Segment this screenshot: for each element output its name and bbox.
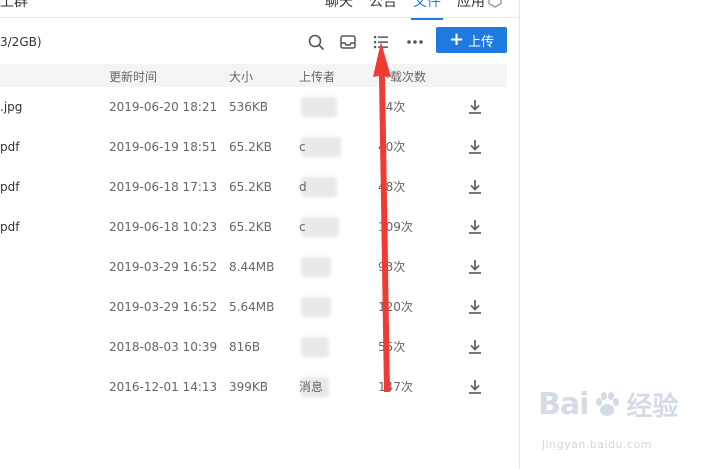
file-size: 65.2KB (229, 180, 272, 194)
table-row[interactable]: .jpg 2019-06-20 18:21 536KB 14次 (0, 87, 507, 127)
file-size: 816B (229, 340, 261, 354)
file-updated-time: 2018-08-03 10:39 (109, 340, 218, 354)
table-row[interactable]: pdf 2019-06-18 10:23 65.2KB c 109次 (0, 207, 507, 247)
storage-quota: 3/2GB) (0, 35, 42, 49)
col-download-count[interactable]: 下载次数 (378, 68, 426, 85)
tab-apps[interactable]: 应用 (457, 0, 485, 11)
file-updated-time: 2019-03-29 16:52 (109, 260, 218, 274)
file-download-count: 48次 (378, 180, 406, 194)
plus-icon: + (448, 29, 465, 50)
file-updated-time: 2016-12-01 14:13 (109, 380, 218, 394)
table-row[interactable]: pdf 2019-06-18 17:13 65.2KB d 48次 (0, 167, 507, 207)
file-size: 5.64MB (229, 300, 275, 314)
file-download-count: 147次 (378, 380, 413, 394)
file-name[interactable]: pdf (0, 207, 19, 247)
file-uploader: 消息 (299, 380, 324, 394)
group-title: 上群 (0, 0, 28, 10)
file-uploader: c (299, 140, 306, 154)
redacted-uploader (301, 297, 331, 317)
file-toolbar: 3/2GB) + 上传 (0, 27, 519, 57)
download-icon[interactable] (466, 377, 484, 397)
tab-files[interactable]: 文件 (411, 0, 443, 20)
download-icon[interactable] (466, 97, 484, 117)
file-updated-time: 2019-06-20 18:21 (109, 100, 218, 114)
file-download-count: 109次 (378, 220, 413, 234)
file-download-count: 55次 (378, 340, 406, 354)
file-name[interactable]: pdf (0, 167, 19, 207)
tab-chat[interactable]: 聊天 (325, 0, 353, 11)
download-icon[interactable] (466, 177, 484, 197)
table-row[interactable]: 2018-08-03 10:39 816B 55次 (0, 327, 507, 367)
settings-hexagon-icon[interactable] (487, 0, 503, 8)
redacted-uploader (301, 257, 331, 277)
file-size: 399KB (229, 380, 269, 394)
redacted-uploader (301, 137, 341, 157)
upload-button[interactable]: + 上传 (436, 27, 507, 53)
col-size[interactable]: 大小 (229, 68, 253, 85)
redacted-uploader (301, 97, 337, 117)
download-icon[interactable] (466, 137, 484, 157)
table-row[interactable]: 2019-03-29 16:52 5.64MB 120次 (0, 287, 507, 327)
redacted-uploader (301, 217, 339, 237)
table-row[interactable]: pdf 2019-06-19 18:51 65.2KB c 40次 (0, 127, 507, 167)
more-icon[interactable] (405, 32, 425, 52)
table-header: 更新时间 大小 上传者 下载次数 (0, 64, 507, 87)
download-icon[interactable] (466, 337, 484, 357)
col-uploader[interactable]: 上传者 (299, 68, 335, 85)
group-files-panel: 上群 聊天 公告 文件 应用 3/2GB) + 上传 更新时间 大小 上传者 下… (0, 0, 519, 469)
inbox-icon[interactable] (338, 32, 358, 52)
file-updated-time: 2019-06-18 10:23 (109, 220, 218, 234)
table-row[interactable]: 2016-12-01 14:13 399KB 消息 147次 (0, 367, 507, 407)
file-download-count: 120次 (378, 300, 413, 314)
file-size: 65.2KB (229, 220, 272, 234)
upload-label: 上传 (468, 34, 495, 50)
watermark-brand: Bai (538, 387, 589, 422)
file-download-count: 40次 (378, 140, 406, 154)
file-name[interactable]: .jpg (0, 87, 22, 127)
group-tabs: 聊天 公告 文件 应用 (325, 0, 485, 20)
file-size: 65.2KB (229, 140, 272, 154)
baidu-paw-icon (596, 391, 620, 416)
file-updated-time: 2019-06-19 18:51 (109, 140, 218, 154)
baidu-jingyan-watermark: Bai 经验 jingyan.baidu.com (538, 386, 698, 466)
file-updated-time: 2019-03-29 16:52 (109, 300, 218, 314)
watermark-url: jingyan.baidu.com (542, 438, 653, 451)
file-uploader: c (299, 220, 306, 234)
watermark-suffix: 经验 (626, 392, 679, 422)
search-icon[interactable] (306, 32, 326, 52)
list-view-icon[interactable] (371, 32, 391, 52)
file-updated-time: 2019-06-18 17:13 (109, 180, 218, 194)
redacted-uploader (301, 337, 329, 357)
download-icon[interactable] (466, 217, 484, 237)
file-size: 8.44MB (229, 260, 275, 274)
col-updated-time[interactable]: 更新时间 (109, 68, 157, 85)
file-uploader: d (299, 180, 307, 194)
download-icon[interactable] (466, 297, 484, 317)
file-download-count: 14次 (378, 100, 406, 114)
download-icon[interactable] (466, 257, 484, 277)
tab-notice[interactable]: 公告 (369, 0, 397, 11)
file-name[interactable]: pdf (0, 127, 19, 167)
group-header: 上群 聊天 公告 文件 应用 (0, 0, 519, 20)
file-size: 536KB (229, 100, 269, 114)
file-download-count: 93次 (378, 260, 406, 274)
table-row[interactable]: 2019-03-29 16:52 8.44MB 93次 (0, 247, 507, 287)
